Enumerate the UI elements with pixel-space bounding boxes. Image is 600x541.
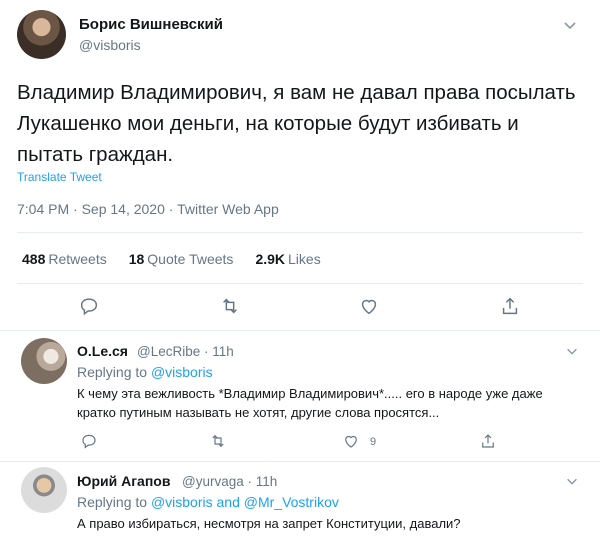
replying-to: Replying to @visboris (77, 364, 213, 380)
likes-stat[interactable]: 2.9K Likes (255, 251, 320, 267)
avatar[interactable] (17, 10, 66, 59)
share-icon[interactable] (479, 432, 497, 450)
author-name[interactable]: Борис Вишневский (79, 16, 223, 33)
divider (17, 283, 583, 284)
retweet-icon[interactable] (209, 432, 227, 450)
mention-link[interactable]: @visboris (151, 364, 213, 380)
tweet-timestamp[interactable]: 7:04 PM · Sep 14, 2020 · Twitter Web App (17, 201, 279, 217)
translate-tweet-link[interactable]: Translate Tweet (17, 170, 102, 184)
reply-text: К чему эта вежливость *Владимир Владимир… (77, 386, 543, 420)
retweets-stat[interactable]: 488 Retweets (22, 251, 107, 267)
quote-tweets-stat[interactable]: 18 Quote Tweets (129, 251, 234, 267)
like-icon[interactable] (342, 432, 360, 450)
tweet-detail: Борис Вишневский @visboris Владимир Влад… (0, 0, 600, 541)
tweet-stats: 488 Retweets 18 Quote Tweets 2.9K Likes (22, 251, 321, 267)
avatar[interactable] (21, 467, 67, 513)
chevron-down-icon[interactable] (562, 17, 578, 33)
chevron-down-icon[interactable] (565, 474, 579, 488)
reply-icon[interactable] (80, 432, 98, 450)
replying-to: Replying to @visboris and @Mr_Vostrikov (77, 494, 339, 510)
tweet-text: Владимир Владимирович, я вам не давал пр… (17, 81, 576, 166)
share-icon[interactable] (499, 295, 521, 317)
reply-icon[interactable] (78, 295, 100, 317)
reply-text: А право избираться, несмотря на запрет К… (77, 516, 461, 531)
mention-link[interactable]: @visboris and @Mr_Vostrikov (151, 494, 339, 510)
retweet-icon[interactable] (219, 295, 241, 317)
reply-author-name[interactable]: O.Le.ся (77, 343, 128, 359)
reply-author-handle[interactable]: @yurvaga · 11h (182, 474, 277, 489)
avatar[interactable] (21, 338, 67, 384)
like-count: 9 (370, 436, 377, 448)
like-icon[interactable] (358, 295, 380, 317)
reply-author-handle[interactable]: @LecRibe · 11h (137, 344, 234, 359)
reply-author-name[interactable]: Юрий Агапов (77, 473, 170, 489)
tweet-actions (0, 295, 600, 319)
divider (0, 330, 600, 331)
divider (0, 461, 600, 462)
author-handle[interactable]: @visboris (79, 37, 141, 53)
divider (17, 232, 583, 233)
chevron-down-icon[interactable] (565, 344, 579, 358)
